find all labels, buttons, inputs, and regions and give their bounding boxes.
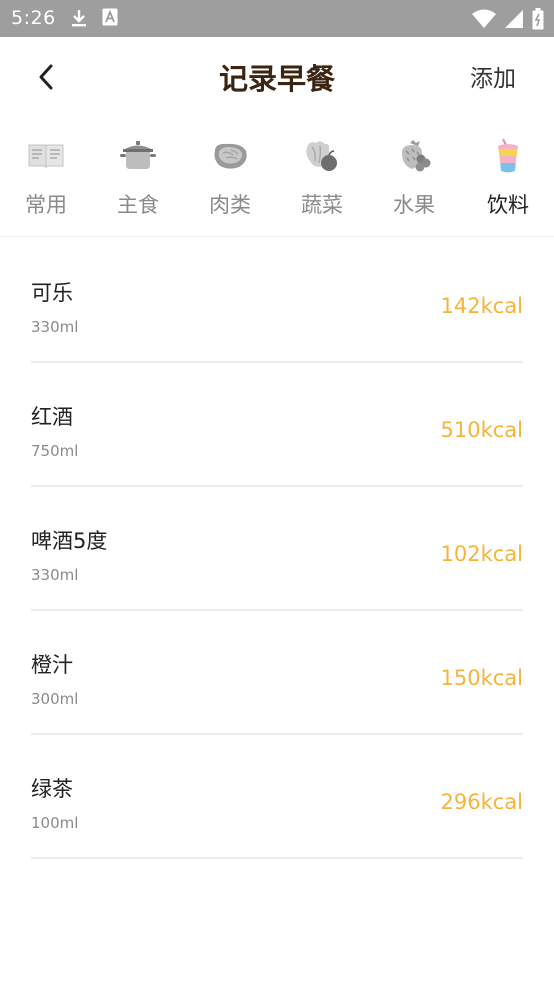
food-portion: 330ml: [31, 566, 79, 584]
list-item[interactable]: 红酒 750ml 510kcal: [31, 363, 523, 487]
drink-cup-icon: [486, 134, 530, 178]
tab-meat[interactable]: 肉类: [184, 126, 276, 234]
food-list: 可乐 330ml 142kcal 红酒 750ml 510kcal 啤酒5度 3…: [31, 239, 523, 859]
category-tabs: 常用 主食 肉类 蔬菜 水果 饮料: [0, 126, 554, 237]
status-bar: 5:26: [0, 0, 554, 37]
tab-label: 肉类: [209, 193, 251, 217]
vegetables-icon: [300, 134, 344, 178]
food-name: 绿茶: [31, 777, 73, 801]
list-item[interactable]: 绿茶 100ml 296kcal: [31, 735, 523, 859]
list-item[interactable]: 啤酒5度 330ml 102kcal: [31, 487, 523, 611]
food-portion: 300ml: [31, 690, 79, 708]
add-button[interactable]: 添加: [470, 63, 516, 95]
tab-label: 常用: [25, 193, 67, 217]
book-icon: [24, 134, 68, 178]
download-icon: [70, 8, 88, 32]
food-portion: 100ml: [31, 814, 79, 832]
tab-label: 水果: [393, 193, 435, 217]
tab-common[interactable]: 常用: [0, 126, 92, 234]
battery-icon: [532, 8, 544, 34]
food-name: 可乐: [31, 281, 73, 305]
tab-label: 蔬菜: [301, 193, 343, 217]
steak-icon: [208, 134, 252, 178]
food-name: 橙汁: [31, 653, 73, 677]
food-name: 红酒: [31, 405, 73, 429]
food-kcal: 142kcal: [440, 294, 524, 318]
app-bar: 记录早餐 添加: [0, 37, 554, 123]
food-portion: 330ml: [31, 318, 79, 336]
tab-vegetables[interactable]: 蔬菜: [276, 126, 368, 234]
fruit-icon: [392, 134, 436, 178]
status-left-icons: [70, 8, 118, 32]
list-item[interactable]: 可乐 330ml 142kcal: [31, 239, 523, 363]
signal-icon: [504, 9, 524, 33]
food-kcal: 102kcal: [440, 542, 524, 566]
food-kcal: 150kcal: [440, 666, 524, 690]
food-kcal: 510kcal: [440, 418, 524, 442]
wifi-icon: [472, 9, 496, 33]
tab-fruit[interactable]: 水果: [368, 126, 460, 234]
status-right-icons: [472, 8, 544, 34]
food-name: 啤酒5度: [31, 529, 108, 553]
status-time: 5:26: [11, 7, 56, 29]
tab-label: 饮料: [487, 193, 529, 217]
food-portion: 750ml: [31, 442, 79, 460]
tab-staple[interactable]: 主食: [92, 126, 184, 234]
rice-pot-icon: [116, 134, 160, 178]
food-kcal: 296kcal: [440, 790, 524, 814]
tab-label: 主食: [117, 193, 159, 217]
tab-drinks[interactable]: 饮料: [462, 126, 554, 234]
font-icon: [102, 8, 118, 32]
list-item[interactable]: 橙汁 300ml 150kcal: [31, 611, 523, 735]
